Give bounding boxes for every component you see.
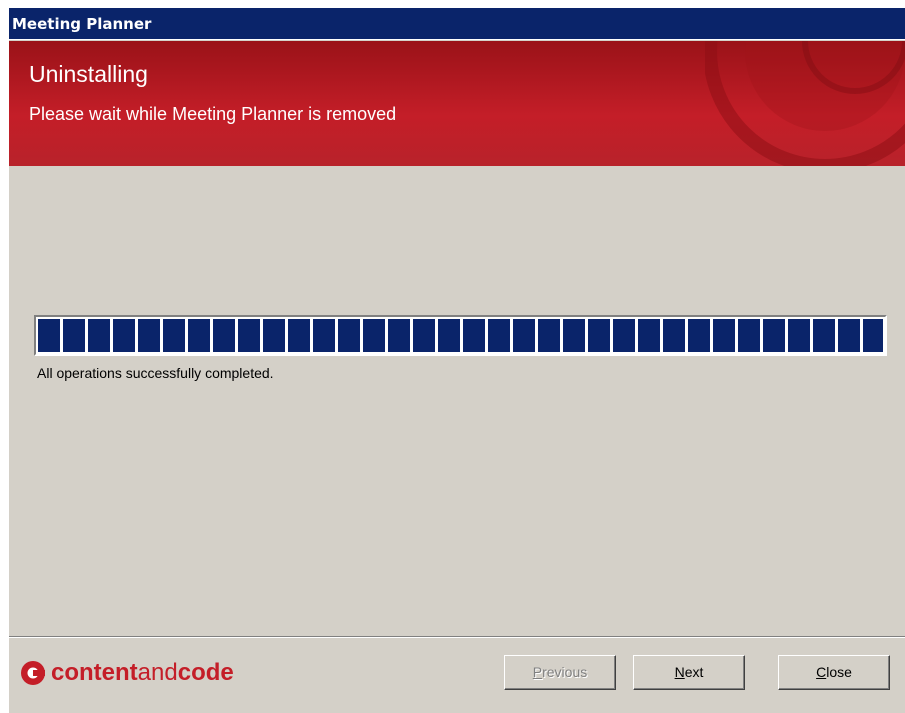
logo-wordmark: contentandcode (51, 659, 234, 686)
close-button[interactable]: Close (778, 655, 890, 690)
previous-button[interactable]: Previous (504, 655, 616, 690)
next-button[interactable]: Next (633, 655, 745, 690)
progress-fill (38, 319, 883, 352)
status-message: All operations successfully completed. (37, 365, 274, 381)
window-title: Meeting Planner (12, 15, 152, 33)
footer-separator (9, 636, 905, 638)
title-bar[interactable]: Meeting Planner (9, 8, 905, 40)
progress-bar (34, 315, 887, 356)
logo-mark-icon (21, 661, 45, 685)
progress-track (38, 319, 883, 352)
page-subtitle: Please wait while Meeting Planner is rem… (29, 104, 397, 124)
company-logo: contentandcode (21, 658, 234, 688)
header-banner: Uninstalling Please wait while Meeting P… (9, 41, 905, 166)
page-title: Uninstalling (29, 61, 148, 87)
installer-window: Meeting Planner Uninstalling Please wait… (9, 8, 905, 713)
decorative-circles-graphic (705, 41, 905, 166)
